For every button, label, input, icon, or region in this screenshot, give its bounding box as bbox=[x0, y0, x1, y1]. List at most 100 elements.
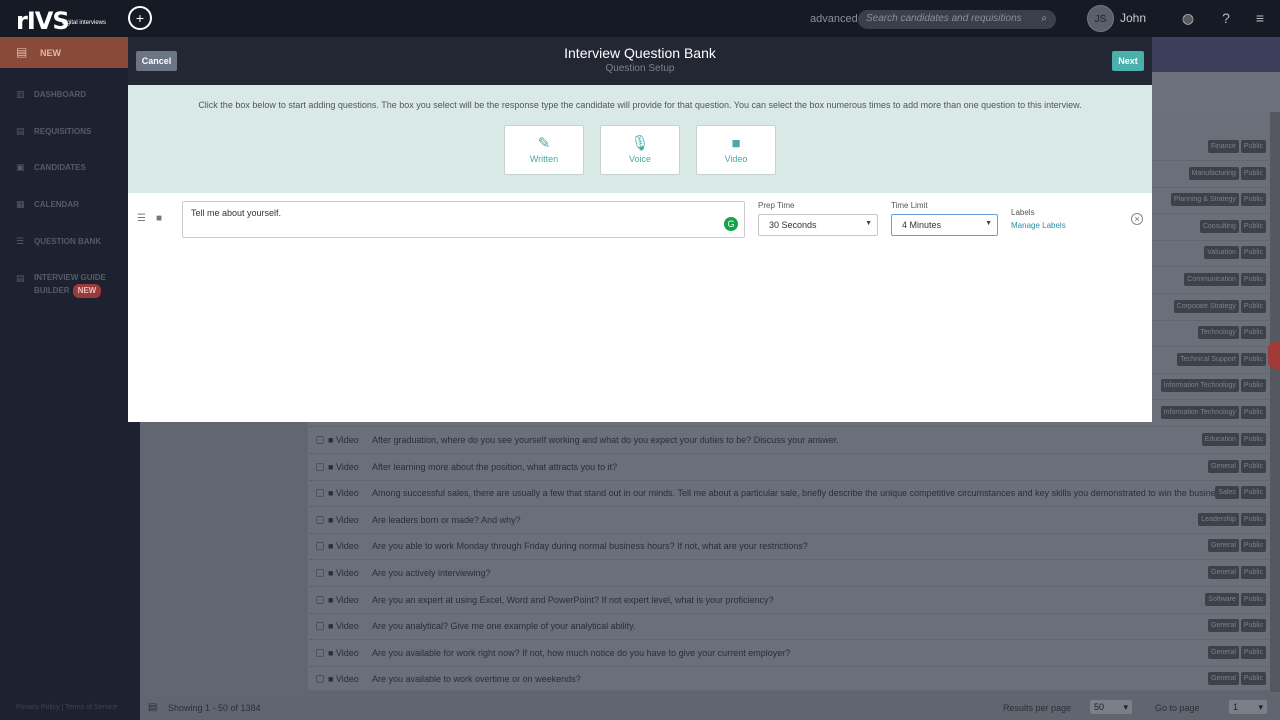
video-response-button[interactable]: ■ Video bbox=[696, 125, 776, 175]
category-tag[interactable]: Manufacturing bbox=[1188, 166, 1239, 180]
rivs-logo[interactable]: rIVS bbox=[16, 7, 70, 35]
category-tag[interactable]: Planning & Strategy bbox=[1171, 193, 1239, 207]
visibility-tag[interactable]: Public bbox=[1240, 512, 1266, 526]
question-text[interactable]: Are you an expert at using Excel, Word a… bbox=[372, 595, 774, 605]
category-tag[interactable]: General bbox=[1208, 459, 1239, 473]
visibility-tag[interactable]: Public bbox=[1240, 166, 1266, 180]
table-row[interactable]: ■ Video Are you an expert at using Excel,… bbox=[310, 587, 1268, 614]
category-tag[interactable]: Corporate Strategy bbox=[1173, 299, 1239, 313]
visibility-tag[interactable]: Public bbox=[1240, 246, 1266, 260]
row-checkbox[interactable] bbox=[316, 675, 324, 684]
visibility-tag[interactable]: Public bbox=[1240, 539, 1266, 553]
table-row[interactable]: ■ Video Are you actively interviewing? Gen… bbox=[310, 560, 1268, 587]
close-icon[interactable]: × bbox=[1131, 213, 1143, 225]
globe-icon[interactable]: ◍ bbox=[1179, 9, 1197, 27]
go-to-page-select[interactable]: 1 ▾ bbox=[1229, 700, 1267, 714]
visibility-tag[interactable]: Public bbox=[1240, 566, 1266, 579]
results-per-page-select[interactable]: 50 ▾ bbox=[1090, 700, 1132, 714]
table-row[interactable]: ■ Video Are you available for work right … bbox=[310, 640, 1268, 667]
new-button[interactable]: ▤ NEW bbox=[0, 37, 128, 68]
row-checkbox[interactable] bbox=[316, 622, 324, 631]
footer-links[interactable]: Privacy Policy | Terms of Service bbox=[16, 704, 117, 711]
question-text[interactable]: Among successful sales, there are usuall… bbox=[372, 488, 1227, 498]
visibility-tag[interactable]: Public bbox=[1240, 219, 1266, 233]
visibility-tag[interactable]: Public bbox=[1240, 326, 1266, 340]
question-text[interactable]: Are you available to work overtime or on… bbox=[372, 674, 581, 684]
help-tab[interactable] bbox=[1268, 341, 1280, 369]
next-button[interactable]: Next bbox=[1112, 51, 1144, 71]
row-checkbox[interactable] bbox=[316, 462, 324, 471]
visibility-tag[interactable]: Public bbox=[1240, 486, 1266, 500]
table-row[interactable]: ■ Video Are you available to work overtim… bbox=[310, 666, 1268, 694]
row-checkbox[interactable] bbox=[316, 595, 324, 604]
sidebar-item-requisitions[interactable]: ▤ REQUISITIONS bbox=[16, 126, 91, 137]
category-tag[interactable]: Education bbox=[1201, 433, 1239, 446]
sidebar-item-interview-guide-builder[interactable]: ▤ INTERVIEW GUIDE BUILDER NEW bbox=[16, 272, 106, 298]
drag-handle-icon[interactable]: ☰ bbox=[137, 213, 146, 224]
category-tag[interactable]: General bbox=[1208, 672, 1239, 686]
row-checkbox[interactable] bbox=[316, 542, 324, 551]
sidebar-item-candidates[interactable]: ▣ CANDIDATES bbox=[16, 162, 86, 173]
table-row[interactable]: ■ Video After graduation, where do you se… bbox=[310, 427, 1268, 454]
visibility-tag[interactable]: Public bbox=[1240, 592, 1266, 606]
row-checkbox[interactable] bbox=[316, 515, 324, 524]
visibility-tag[interactable]: Public bbox=[1240, 299, 1266, 313]
advanced-search-link[interactable]: advanced bbox=[810, 13, 858, 25]
row-checkbox[interactable] bbox=[316, 436, 324, 444]
category-tag[interactable]: Valuation bbox=[1204, 246, 1239, 260]
voice-response-button[interactable]: 🎙 Voice bbox=[600, 125, 680, 175]
visibility-tag[interactable]: Public bbox=[1240, 379, 1266, 393]
visibility-tag[interactable]: Public bbox=[1240, 352, 1266, 366]
table-row[interactable]: ■ Video Are leaders born or made? And why… bbox=[310, 507, 1268, 534]
sidebar-item-dashboard[interactable]: ▥ DASHBOARD bbox=[16, 89, 86, 100]
question-text[interactable]: After graduation, where do you see yours… bbox=[372, 435, 839, 445]
category-tag[interactable]: Finance bbox=[1208, 140, 1239, 153]
question-text[interactable]: Are you able to work Monday through Frid… bbox=[372, 541, 808, 551]
category-tag[interactable]: General bbox=[1208, 539, 1239, 553]
row-checkbox[interactable] bbox=[316, 489, 324, 498]
category-tag[interactable]: Information Technology bbox=[1160, 406, 1239, 419]
table-row[interactable]: ■ Video Are you able to work Monday throu… bbox=[310, 533, 1268, 561]
visibility-tag[interactable]: Public bbox=[1240, 193, 1266, 207]
visibility-tag[interactable]: Public bbox=[1240, 619, 1266, 633]
time-limit-select[interactable]: 4 Minutes ▼ bbox=[891, 214, 998, 236]
table-row[interactable]: ■ Video After learning more about the pos… bbox=[310, 454, 1268, 481]
question-text[interactable]: Are leaders born or made? And why? bbox=[372, 515, 521, 525]
table-row[interactable]: ■ Video Are you analytical? Give me one e… bbox=[310, 613, 1268, 641]
category-tag[interactable]: Software bbox=[1205, 592, 1239, 606]
visibility-tag[interactable]: Public bbox=[1240, 273, 1266, 286]
visibility-tag[interactable]: Public bbox=[1240, 140, 1266, 153]
table-row[interactable]: ■ Video Among successful sales, there are… bbox=[310, 480, 1268, 508]
category-tag[interactable]: Technical Support bbox=[1177, 352, 1239, 366]
visibility-tag[interactable]: Public bbox=[1240, 459, 1266, 473]
category-tag[interactable]: Information Technology bbox=[1160, 379, 1239, 393]
manage-labels-link[interactable]: Manage Labels bbox=[1011, 221, 1066, 230]
menu-icon[interactable]: ≡ bbox=[1251, 9, 1269, 27]
category-tag[interactable]: Sales bbox=[1215, 486, 1239, 500]
category-tag[interactable]: General bbox=[1208, 619, 1239, 633]
visibility-tag[interactable]: Public bbox=[1240, 672, 1266, 686]
question-text[interactable]: Are you available for work right now? If… bbox=[372, 648, 790, 658]
export-icon[interactable]: ▤ bbox=[148, 702, 157, 713]
visibility-tag[interactable]: Public bbox=[1240, 406, 1266, 419]
written-response-button[interactable]: ✎ Written bbox=[504, 125, 584, 175]
category-tag[interactable]: Communication bbox=[1184, 273, 1239, 286]
visibility-tag[interactable]: Public bbox=[1240, 645, 1266, 659]
question-text[interactable]: Are you actively interviewing? bbox=[372, 568, 491, 578]
row-checkbox[interactable] bbox=[316, 569, 324, 577]
help-icon[interactable]: ? bbox=[1217, 9, 1235, 27]
grammarly-icon[interactable]: G bbox=[724, 217, 738, 231]
quick-add-icon[interactable]: + bbox=[128, 6, 152, 30]
visibility-tag[interactable]: Public bbox=[1240, 433, 1266, 446]
category-tag[interactable]: General bbox=[1208, 566, 1239, 579]
category-tag[interactable]: Technology bbox=[1197, 326, 1239, 340]
user-name[interactable]: John bbox=[1120, 11, 1146, 25]
prep-time-select[interactable]: 30 Seconds ▼ bbox=[758, 214, 878, 236]
category-tag[interactable]: General bbox=[1208, 645, 1239, 659]
scrollbar[interactable] bbox=[1270, 112, 1280, 692]
sidebar-item-question-bank[interactable]: ☰ QUESTION BANK bbox=[16, 236, 101, 247]
category-tag[interactable]: Leadership bbox=[1198, 512, 1239, 526]
search-input[interactable]: Search candidates and requisitions ⌕ bbox=[858, 10, 1056, 29]
question-text[interactable]: Are you analytical? Give me one example … bbox=[372, 621, 635, 631]
avatar[interactable]: JS bbox=[1087, 5, 1114, 32]
